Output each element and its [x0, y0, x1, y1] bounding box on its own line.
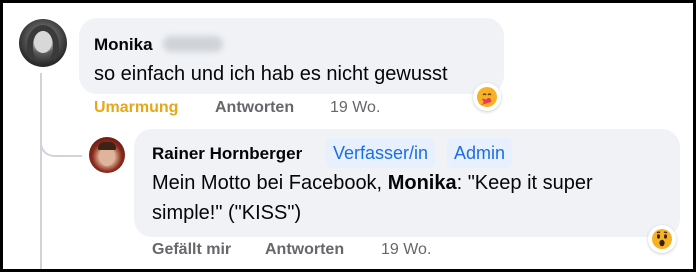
hug-reaction-button[interactable]: Umarmung: [94, 99, 178, 117]
comment-text: so einfach und ich hab es nicht gewusst: [94, 63, 448, 85]
wow-emoji-icon[interactable]: [648, 225, 676, 253]
hug-emoji-icon[interactable]: [473, 83, 501, 111]
avatar[interactable]: [89, 137, 125, 173]
comment-author[interactable]: Monika: [94, 35, 153, 55]
reply-text: Mein Motto bei Facebook, Monika: "Keep i…: [152, 168, 662, 228]
reply-text-start: Mein Motto bei Facebook,: [152, 172, 388, 194]
reply-author[interactable]: Rainer Hornberger: [152, 144, 302, 164]
reply-connector: [40, 121, 82, 157]
timestamp[interactable]: 19 Wo.: [330, 99, 380, 117]
like-button[interactable]: Gefällt mir: [152, 241, 231, 259]
badge-author: Verfasser/in: [326, 138, 436, 168]
thread-line: [40, 73, 42, 269]
reply-button[interactable]: Antworten: [265, 241, 344, 259]
avatar-hair: [98, 142, 116, 150]
avatar[interactable]: [19, 19, 67, 67]
mention[interactable]: Monika: [388, 172, 457, 194]
timestamp[interactable]: 19 Wo.: [381, 241, 431, 259]
badge-admin: Admin: [447, 138, 513, 168]
avatar-face: [34, 31, 52, 53]
blurred-surname: [163, 36, 223, 52]
comment-thread: Monika so einfach und ich hab es nicht g…: [0, 0, 696, 272]
reply-button[interactable]: Antworten: [215, 99, 294, 117]
